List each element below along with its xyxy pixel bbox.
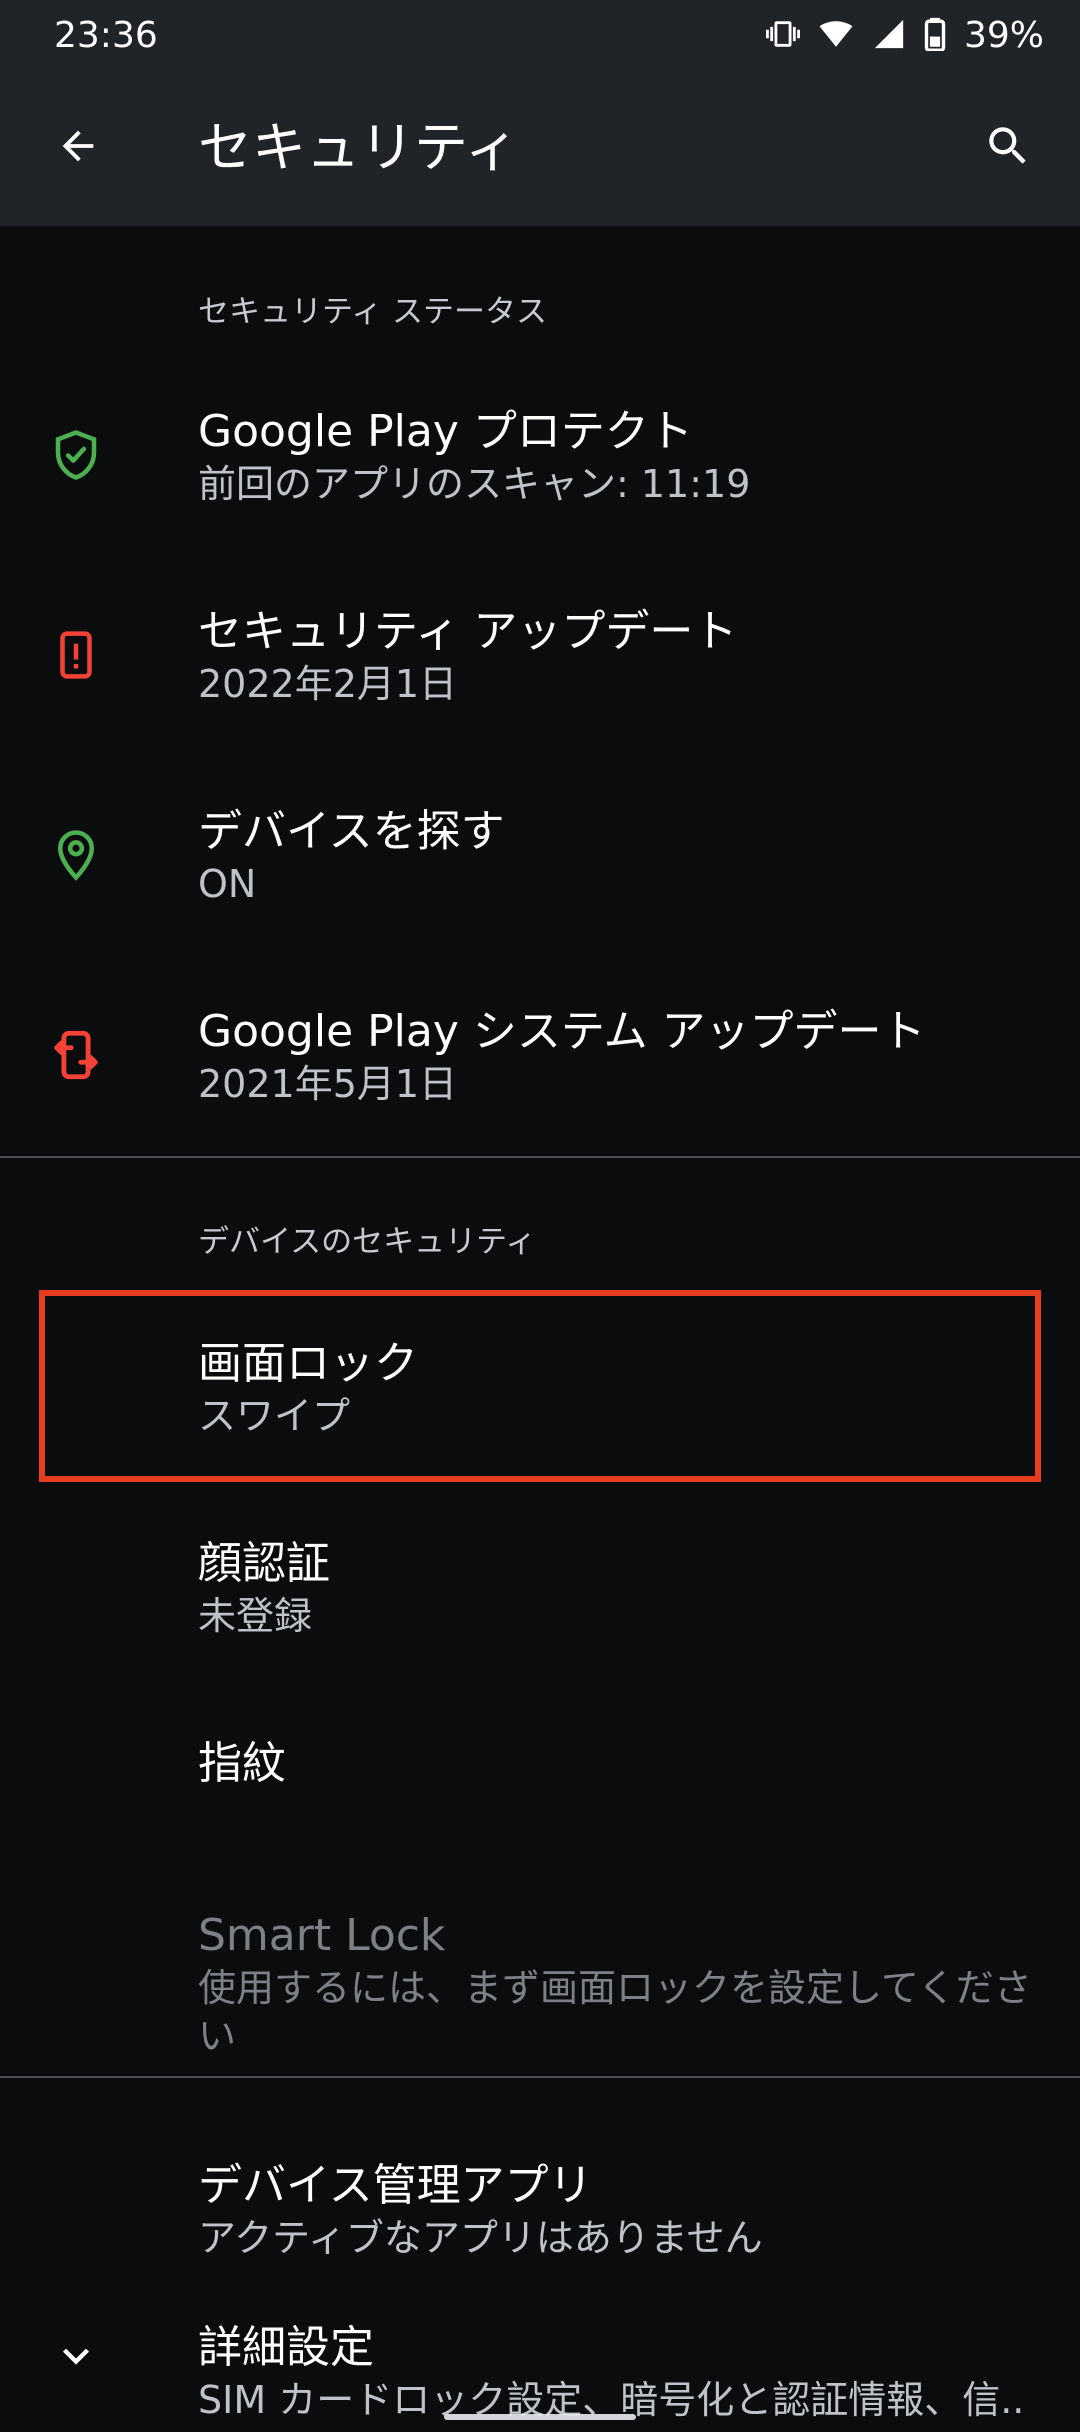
- pref-title: Google Play システム アップデート: [198, 1006, 926, 1057]
- page-title: セキュリティ: [198, 116, 519, 179]
- pref-advanced[interactable]: 詳細設定 SIM カードロック設定、暗号化と認証情報、信..: [0, 2280, 1080, 2432]
- status-time: 23:36: [54, 15, 158, 56]
- section-header-security-status: セキュリティ ステータス: [198, 294, 547, 330]
- pref-summary: 2021年5月1日: [198, 1062, 458, 1106]
- pref-summary: スワイプ: [198, 1394, 351, 1438]
- shield-check-icon: [46, 425, 106, 485]
- back-button[interactable]: [42, 112, 114, 184]
- arrow-back-icon: [55, 123, 101, 173]
- battery-icon: [924, 17, 946, 55]
- pref-title: 指紋: [198, 1738, 286, 1789]
- pref-summary: ON: [198, 862, 257, 906]
- pref-summary: 2022年2月1日: [198, 662, 458, 706]
- pref-title: デバイスを探す: [198, 806, 505, 857]
- section-divider: [0, 2076, 1080, 2078]
- pref-summary: アクティブなアプリはありません: [198, 2216, 763, 2260]
- pref-summary: 前回のアプリのスキャン: 11:19: [198, 462, 751, 506]
- pref-fingerprint[interactable]: 指紋: [0, 1688, 1080, 1886]
- pref-screen-lock[interactable]: 画面ロック スワイプ: [0, 1288, 1080, 1486]
- pref-title: セキュリティ アップデート: [198, 606, 738, 657]
- chevron-down-icon: [46, 2326, 106, 2386]
- pref-title: 詳細設定: [198, 2322, 374, 2373]
- signal-icon: [872, 17, 906, 55]
- pref-summary: 未登録: [198, 1594, 313, 1638]
- pref-device-admin-apps[interactable]: デバイス管理アプリ アクティブなアプリはありません: [0, 2110, 1080, 2308]
- status-icons: 39%: [765, 12, 1044, 60]
- search-button[interactable]: [972, 112, 1044, 184]
- location-pin-icon: [46, 825, 106, 885]
- phone-alert-icon: [46, 625, 106, 685]
- pref-google-play-system-update[interactable]: Google Play システム アップデート 2021年5月1日: [0, 956, 1080, 1154]
- home-indicator[interactable]: [444, 2414, 636, 2420]
- pref-title: 顔認証: [198, 1538, 330, 1589]
- phone-update-icon: [46, 1025, 106, 1085]
- pref-title: Google Play プロテクト: [198, 406, 693, 457]
- pref-google-play-protect[interactable]: Google Play プロテクト 前回のアプリのスキャン: 11:19: [0, 356, 1080, 554]
- pref-title: Smart Lock: [198, 1910, 446, 1961]
- pref-summary: 使用するには、まず画面ロックを設定してください: [198, 1966, 1032, 2058]
- pref-face-unlock[interactable]: 顔認証 未登録: [0, 1488, 1080, 1686]
- section-divider: [0, 1156, 1080, 1158]
- search-icon: [983, 121, 1033, 175]
- vibrate-icon: [765, 17, 800, 55]
- pref-smart-lock: Smart Lock 使用するには、まず画面ロックを設定してください: [0, 1860, 1080, 2058]
- pref-security-update[interactable]: セキュリティ アップデート 2022年2月1日: [0, 556, 1080, 754]
- section-header-device-security: デバイスのセキュリティ: [198, 1224, 537, 1260]
- battery-percentage: 39%: [963, 15, 1044, 56]
- top-app-bar: 23:36 39% セキュリティ: [0, 0, 1080, 226]
- pref-title: デバイス管理アプリ: [198, 2160, 593, 2211]
- wifi-icon: [818, 17, 854, 55]
- pref-find-my-device[interactable]: デバイスを探す ON: [0, 756, 1080, 954]
- pref-title: 画面ロック: [198, 1338, 418, 1389]
